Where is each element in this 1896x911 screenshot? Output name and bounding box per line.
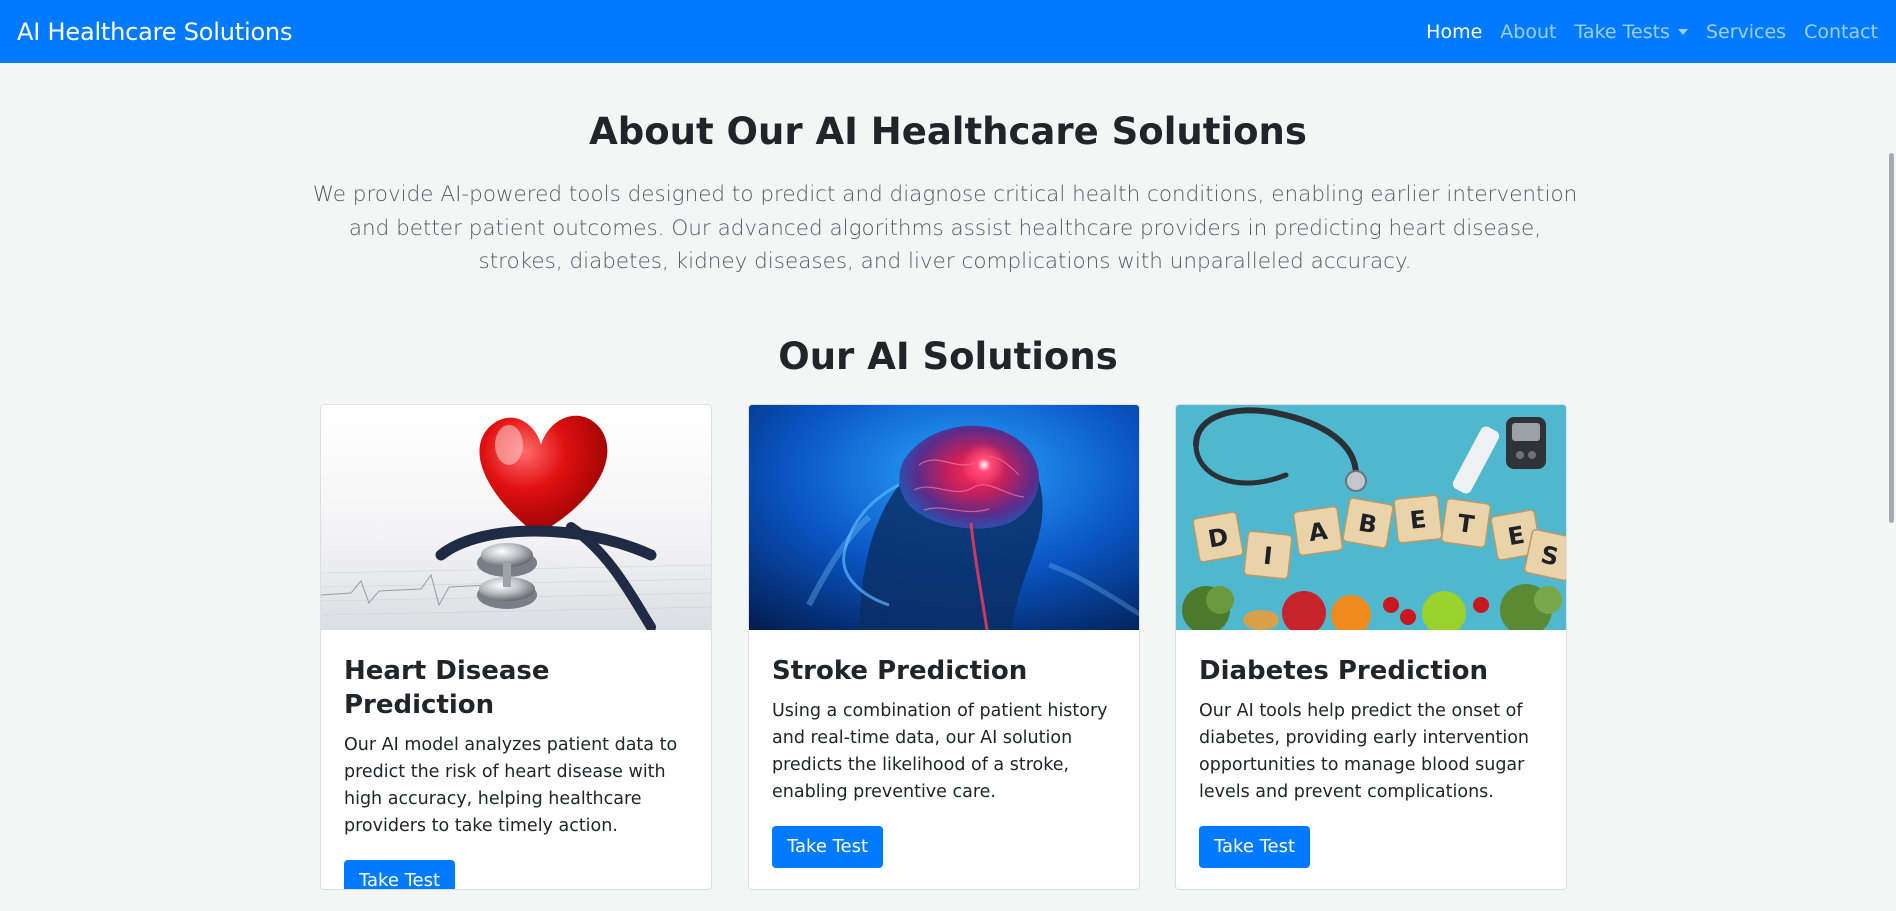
about-heading: About Our AI Healthcare Solutions: [589, 110, 1307, 153]
nav-item-take-tests[interactable]: Take Tests: [1574, 20, 1688, 43]
nav-item-about[interactable]: About: [1500, 21, 1556, 43]
take-test-button-stroke[interactable]: Take Test: [772, 826, 884, 868]
card-title: Diabetes Prediction: [1199, 656, 1489, 686]
nav-item-home[interactable]: Home: [1426, 21, 1482, 43]
take-test-button-diabetes[interactable]: Take Test: [1199, 826, 1311, 868]
nav-item-take-tests-label: Take Tests: [1574, 20, 1670, 43]
solution-card-stroke: Stroke Prediction Using a combination of…: [748, 404, 1140, 890]
caret-down-icon: [1677, 28, 1688, 35]
heart-stethoscope-image: [321, 405, 711, 630]
card-text: Using a combination of patient history a…: [772, 701, 1108, 802]
card-body: Diabetes Prediction Our AI tools help pr…: [1176, 630, 1566, 868]
solutions-heading: Our AI Solutions: [778, 335, 1118, 378]
nav-item-services[interactable]: Services: [1706, 21, 1786, 43]
card-text: Our AI model analyzes patient data to pr…: [344, 735, 678, 836]
solution-card-heart: Heart Disease Prediction Our AI model an…: [320, 404, 712, 890]
about-description: We provide AI-powered tools designed to …: [312, 182, 1578, 274]
nav-item-contact[interactable]: Contact: [1804, 21, 1878, 43]
diabetes-blocks-image: D I A B E T E S: [1176, 405, 1566, 630]
navbar: AI Healthcare Solutions Home About Take …: [0, 0, 1896, 63]
svg-text:E: E: [1408, 505, 1427, 535]
card-text: Our AI tools help predict the onset of d…: [1199, 701, 1529, 802]
card-body: Heart Disease Prediction Our AI model an…: [321, 630, 711, 889]
card-title: Stroke Prediction: [772, 656, 1028, 686]
brand-logo-text[interactable]: AI Healthcare Solutions: [17, 18, 292, 46]
take-test-button-heart[interactable]: Take Test: [344, 860, 456, 889]
card-body: Stroke Prediction Using a combination of…: [749, 630, 1139, 868]
nav-menu: Home About Take Tests Services Contact: [1408, 21, 1878, 43]
brain-xray-image: [749, 405, 1139, 630]
scrollbar-thumb[interactable]: [1889, 153, 1894, 523]
solution-card-diabetes: D I A B E T E S Diabetes Prediction Our …: [1175, 404, 1567, 890]
card-title: Heart Disease Prediction: [344, 656, 550, 720]
